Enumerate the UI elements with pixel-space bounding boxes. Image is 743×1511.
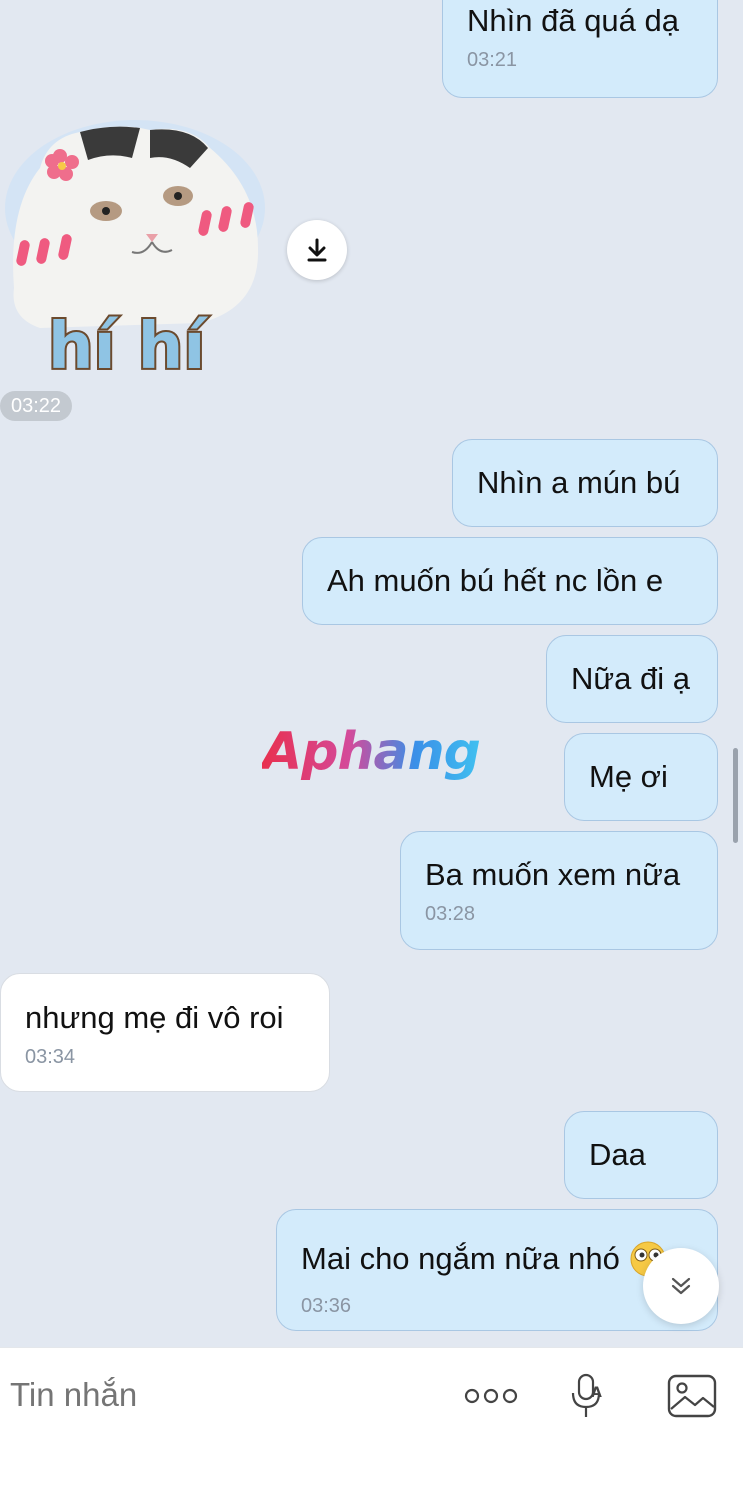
message-bubble-outgoing[interactable]: Ba muốn xem nữa 03:28 <box>400 831 718 950</box>
message-text: Nhìn a mún bú <box>477 465 681 500</box>
more-button[interactable] <box>462 1368 520 1424</box>
voice-to-text-button[interactable]: A <box>562 1368 614 1424</box>
message-bubble-outgoing[interactable]: Nữa đi ạ <box>546 635 718 723</box>
image-button[interactable] <box>664 1368 720 1424</box>
chat-area[interactable]: Nhìn đã quá dạ 03:21 hí hí 03:22 Nhìn a … <box>0 0 743 1347</box>
message-text: Daa <box>589 1137 646 1172</box>
message-bubble-outgoing[interactable]: Nhìn đã quá dạ 03:21 <box>442 0 718 98</box>
svg-text:A: A <box>591 1385 602 1401</box>
scroll-to-bottom-button[interactable] <box>643 1248 719 1324</box>
message-text: Nữa đi ạ <box>571 661 690 696</box>
message-composer: A <box>0 1347 743 1511</box>
message-bubble-incoming[interactable]: nhưng mẹ đi vô roi 03:34 <box>0 973 330 1092</box>
voice-to-text-icon: A <box>571 1373 602 1417</box>
message-text: Nhìn đã quá dạ <box>467 3 680 38</box>
download-button[interactable] <box>287 220 347 280</box>
message-text-row: Mai cho ngắm nữa nhó <box>301 1237 693 1285</box>
message-text: nhưng mẹ đi vô roi <box>25 1000 284 1035</box>
message-time: 03:22 <box>0 391 72 421</box>
image-icon <box>667 1374 717 1418</box>
message-bubble-outgoing[interactable]: Nhìn a mún bú <box>452 439 718 527</box>
message-bubble-outgoing[interactable]: Mẹ ơi <box>564 733 718 821</box>
watermark-logo: Aphang <box>262 722 481 782</box>
message-text: Mai cho ngắm nữa nhó <box>301 1241 620 1277</box>
sticker-text: hí hí <box>48 310 208 380</box>
message-input[interactable] <box>10 1370 430 1420</box>
message-text: Mẹ ơi <box>589 759 668 794</box>
scrollbar[interactable] <box>733 748 738 843</box>
message-time: 03:36 <box>301 1295 352 1317</box>
message-bubble-outgoing[interactable]: Ah muốn bú hết nc lồn e <box>302 537 718 625</box>
double-chevron-down-icon <box>671 1277 691 1295</box>
message-time: 03:28 <box>425 903 476 925</box>
message-text: Ah muốn bú hết nc lồn e <box>327 563 664 598</box>
message-time: 03:21 <box>467 49 518 71</box>
message-time: 03:34 <box>25 1046 76 1068</box>
message-text: Ba muốn xem nữa <box>425 857 681 892</box>
cat-sticker[interactable]: hí hí <box>0 118 270 386</box>
message-bubble-outgoing[interactable]: Daa <box>564 1111 718 1199</box>
more-icon <box>464 1388 518 1404</box>
download-icon <box>307 238 327 262</box>
